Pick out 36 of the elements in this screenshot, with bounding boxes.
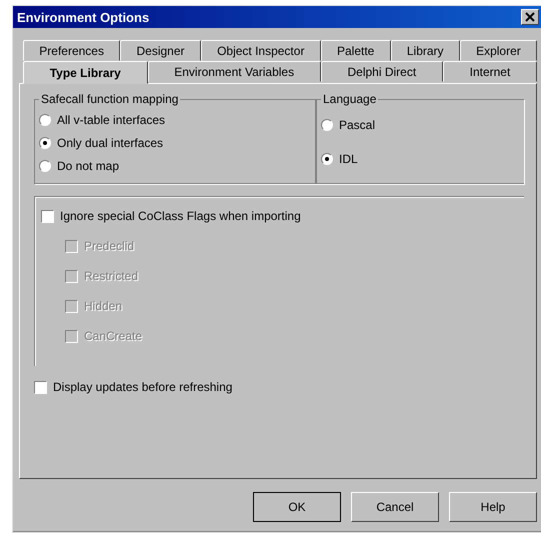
group-title: Safecall function mapping	[40, 92, 180, 106]
tab[interactable]: Explorer	[460, 40, 538, 61]
tab[interactable]: Library	[390, 40, 460, 61]
radio-label: Only dual interfaces	[57, 136, 164, 150]
radio-button[interactable]	[321, 153, 333, 165]
window-title: Environment Options	[17, 10, 150, 24]
checkbox-label: Predeclid	[84, 239, 134, 253]
close-icon	[525, 12, 535, 22]
radio-label: Pascal	[339, 118, 376, 132]
group-title: Language	[322, 92, 378, 106]
tab[interactable]: Internet	[442, 61, 538, 82]
radio-label: Do not map	[57, 158, 120, 172]
tab[interactable]: Object Inspector	[200, 40, 321, 61]
radio-button[interactable]	[39, 136, 51, 148]
checkbox[interactable]	[34, 380, 47, 394]
checkbox-label: Hidden	[84, 299, 122, 313]
checkbox-label: Ignore special CoClass Flags when importing	[60, 209, 301, 223]
radio-button[interactable]	[39, 114, 51, 126]
tab[interactable]: Preferences	[23, 40, 120, 61]
dialog-button[interactable]: OK	[253, 492, 341, 522]
dialog-button[interactable]: Cancel	[351, 492, 439, 522]
checkbox-label: Restricted	[84, 269, 138, 283]
radio-button[interactable]	[39, 160, 51, 172]
checkbox-label: CanCreate	[84, 329, 142, 343]
tab[interactable]: Palette	[320, 40, 391, 61]
tab[interactable]: Type Library	[23, 61, 148, 84]
tab[interactable]: Environment Variables	[148, 61, 321, 82]
checkbox[interactable]	[41, 210, 54, 222]
checkbox-label: Display updates before refreshing	[53, 380, 232, 394]
close-button[interactable]	[521, 9, 539, 25]
radio-label: IDL	[339, 152, 358, 166]
tab[interactable]: Delphi Direct	[320, 61, 443, 82]
dialog-button[interactable]: Help	[449, 492, 537, 522]
radio-label: All v-table interfaces	[57, 112, 166, 126]
tab[interactable]: Designer	[120, 40, 201, 61]
radio-button[interactable]	[321, 119, 333, 131]
